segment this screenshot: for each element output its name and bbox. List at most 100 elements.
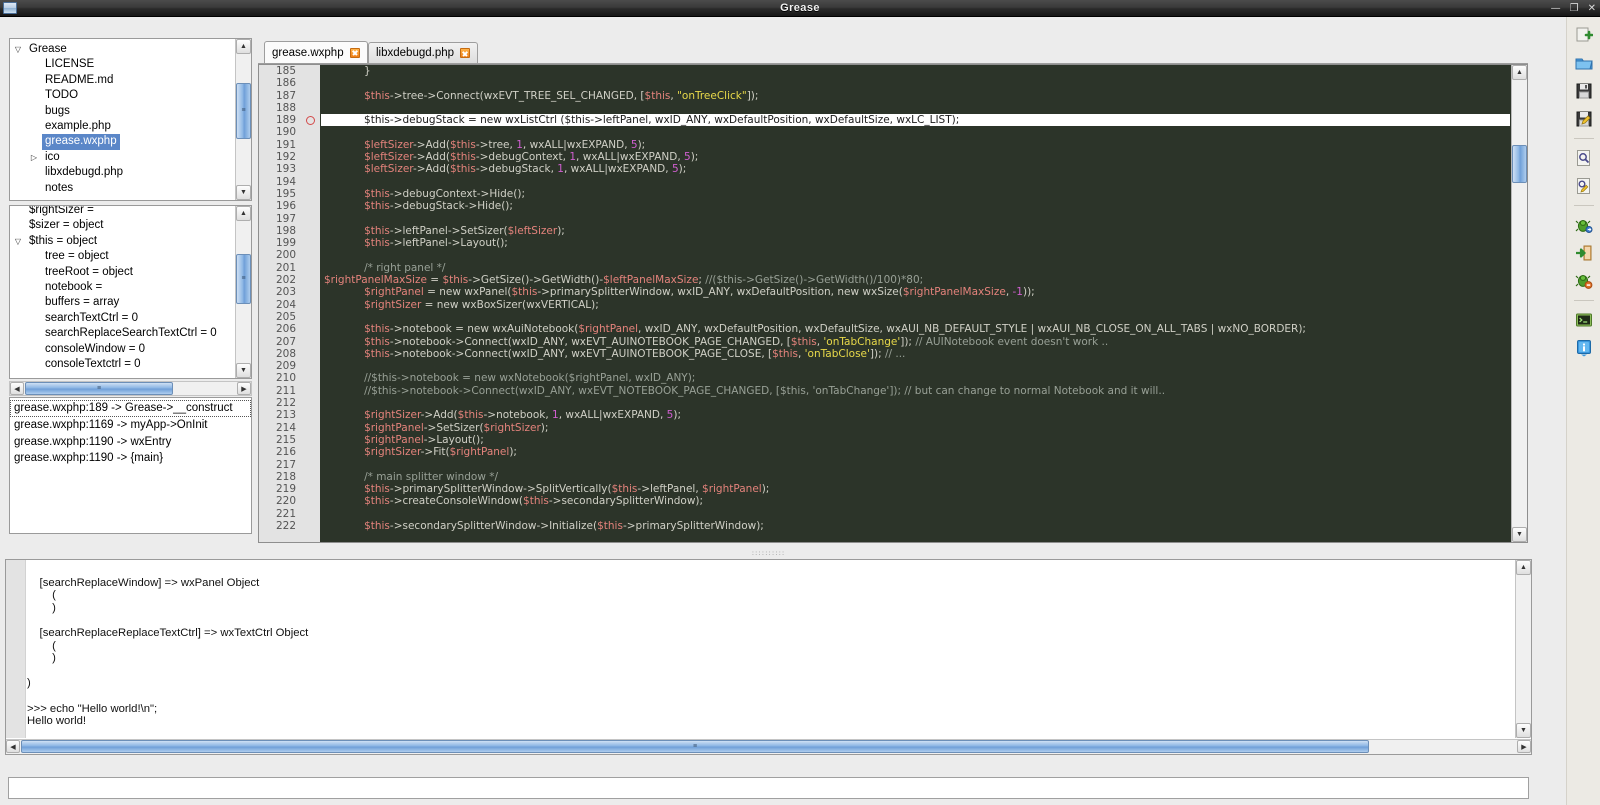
code-line[interactable]: $this->tree->Connect(wxEVT_TREE_SEL_CHAN…: [321, 90, 1510, 102]
scroll-up-icon[interactable]: ▲: [1516, 560, 1531, 575]
line-number[interactable]: 207: [259, 336, 320, 348]
code-line[interactable]: //$this->notebook = new wxNotebook($righ…: [321, 372, 1510, 384]
variable-tree-item[interactable]: consoleTextctrl = 0: [10, 357, 234, 372]
close-icon[interactable]: [350, 48, 360, 58]
file-tree-item[interactable]: TODO: [10, 88, 234, 103]
file-tree-item[interactable]: example.php: [10, 119, 234, 134]
line-number[interactable]: 199: [259, 237, 320, 249]
scroll-thumb[interactable]: ≡: [236, 83, 251, 139]
console-output-panel[interactable]: [searchReplaceWindow] => wxPanel Object …: [5, 559, 1532, 755]
breakpoint-icon[interactable]: [306, 116, 315, 125]
line-number[interactable]: 198: [259, 225, 320, 237]
scroll-down-icon[interactable]: ▼: [1512, 527, 1527, 542]
debug-stop-icon[interactable]: [1571, 269, 1597, 293]
line-number[interactable]: 195: [259, 188, 320, 200]
command-input[interactable]: [8, 777, 1529, 799]
variable-tree-item[interactable]: $rightSizer =: [10, 205, 234, 218]
close-icon[interactable]: [460, 48, 470, 58]
line-number[interactable]: 222: [259, 520, 320, 532]
console-output-text[interactable]: [searchReplaceWindow] => wxPanel Object …: [27, 564, 1514, 738]
code-line[interactable]: $rightSizer = new wxBoxSizer(wxVERTICAL)…: [321, 299, 1510, 311]
line-number[interactable]: 200: [259, 249, 320, 261]
line-number[interactable]: 205: [259, 311, 320, 323]
variable-tree-item[interactable]: notebook =: [10, 280, 234, 295]
scroll-right-icon[interactable]: ▶: [1517, 740, 1531, 753]
code-line[interactable]: //$this->notebook->Connect(wxID_ANY, wxE…: [321, 385, 1510, 397]
line-number[interactable]: 194: [259, 176, 320, 188]
variable-tree-vscrollbar[interactable]: ▲ ≡ ▼: [235, 206, 251, 378]
console-icon[interactable]: [1571, 308, 1597, 332]
line-number[interactable]: 192: [259, 151, 320, 163]
variable-tree-item[interactable]: ▽$this = object: [10, 234, 234, 249]
code-line[interactable]: [321, 508, 1510, 520]
save-as-icon[interactable]: [1571, 107, 1597, 131]
variable-tree-item[interactable]: buffers = array: [10, 295, 234, 310]
code-line[interactable]: [321, 249, 1510, 261]
line-number[interactable]: 188: [259, 102, 320, 114]
scroll-down-icon[interactable]: ▼: [236, 185, 251, 200]
minimize-button[interactable]: —: [1551, 4, 1561, 14]
code-line[interactable]: $leftSizer->Add($this->debugStack, 1, wx…: [321, 163, 1510, 175]
line-number[interactable]: 211: [259, 385, 320, 397]
tab-libxdebugd-php[interactable]: libxdebugd.php: [368, 42, 478, 63]
open-folder-icon[interactable]: [1571, 51, 1597, 75]
close-button[interactable]: ✕: [1588, 4, 1596, 14]
code-line[interactable]: [321, 459, 1510, 471]
file-tree-item[interactable]: bugs: [10, 104, 234, 119]
file-tree-vscrollbar[interactable]: ▲ ≡ ▼: [235, 39, 251, 200]
code-line[interactable]: $rightSizer->Add($this->notebook, 1, wxA…: [321, 409, 1510, 421]
scroll-down-icon[interactable]: ▼: [236, 363, 251, 378]
code-line[interactable]: $this->leftPanel->Layout();: [321, 237, 1510, 249]
file-tree-item[interactable]: ▽Grease: [10, 42, 234, 57]
scroll-down-icon[interactable]: ▼: [1516, 723, 1531, 738]
right-toolbar[interactable]: [1566, 17, 1600, 805]
line-number-gutter[interactable]: 1851861871881891901911921931941951961971…: [259, 65, 321, 542]
code-line[interactable]: $leftSizer->Add($this->debugContext, 1, …: [321, 151, 1510, 163]
editor-tabstrip[interactable]: grease.wxphp libxdebugd.php: [258, 45, 1528, 64]
chevron-down-icon[interactable]: ▽: [10, 234, 26, 249]
line-number[interactable]: 187: [259, 90, 320, 102]
code-line[interactable]: [321, 311, 1510, 323]
scroll-thumb[interactable]: ≡: [25, 382, 173, 395]
line-number[interactable]: 206: [259, 323, 320, 335]
maximize-button[interactable]: ❐: [1570, 4, 1579, 14]
window-controls[interactable]: — ❐ ✕: [1551, 0, 1596, 17]
scroll-thumb[interactable]: ≡: [21, 740, 1369, 753]
line-number[interactable]: 218: [259, 471, 320, 483]
info-icon[interactable]: [1571, 336, 1597, 360]
current-execution-line[interactable]: $this->debugStack = new wxListCtrl ($thi…: [321, 114, 1510, 126]
code-line[interactable]: [321, 213, 1510, 225]
code-line[interactable]: [321, 77, 1510, 89]
code-line[interactable]: $rightPanel->Layout();: [321, 434, 1510, 446]
code-line[interactable]: $rightPanel->SetSizer($rightSizer);: [321, 422, 1510, 434]
variable-tree-item[interactable]: searchReplaceSearchTextCtrl = 0: [10, 326, 234, 341]
line-number[interactable]: 204: [259, 299, 320, 311]
debug-start-icon[interactable]: [1571, 213, 1597, 237]
new-file-icon[interactable]: [1571, 23, 1597, 47]
code-line[interactable]: $this->primarySplitterWindow->SplitVerti…: [321, 483, 1510, 495]
variable-tree-hscrollbar[interactable]: ◀ ≡ ▶: [9, 381, 252, 396]
line-number[interactable]: 213: [259, 409, 320, 421]
file-tree-item[interactable]: libxdebugd.php: [10, 165, 234, 180]
line-number[interactable]: 208: [259, 348, 320, 360]
file-tree-item[interactable]: README.md: [10, 73, 234, 88]
call-stack-item[interactable]: grease.wxphp:1190 -> wxEntry: [10, 434, 251, 451]
code-line[interactable]: }: [321, 65, 1510, 77]
scroll-left-icon[interactable]: ◀: [10, 382, 24, 395]
console-vscrollbar[interactable]: ▲ ▼: [1515, 560, 1531, 738]
line-number[interactable]: 186: [259, 77, 320, 89]
variable-tree-panel[interactable]: $rightSizer =$sizer = object▽$this = obj…: [9, 205, 252, 379]
code-line[interactable]: [321, 360, 1510, 372]
line-number[interactable]: 210: [259, 372, 320, 384]
call-stack-item[interactable]: grease.wxphp:1190 -> {main}: [10, 450, 251, 467]
save-icon[interactable]: [1571, 79, 1597, 103]
code-line[interactable]: /* right panel */: [321, 262, 1510, 274]
scroll-up-icon[interactable]: ▲: [1512, 65, 1527, 80]
find-replace-icon[interactable]: [1571, 174, 1597, 198]
file-tree-item[interactable]: ▷ico: [10, 150, 234, 165]
code-line[interactable]: $this->leftPanel->SetSizer($leftSizer);: [321, 225, 1510, 237]
horizontal-splitter[interactable]: ::::::::::: [0, 547, 1537, 559]
scroll-up-icon[interactable]: ▲: [236, 39, 251, 54]
code-editor[interactable]: 1851861871881891901911921931941951961971…: [258, 64, 1528, 543]
code-line[interactable]: /* main splitter window */: [321, 471, 1510, 483]
